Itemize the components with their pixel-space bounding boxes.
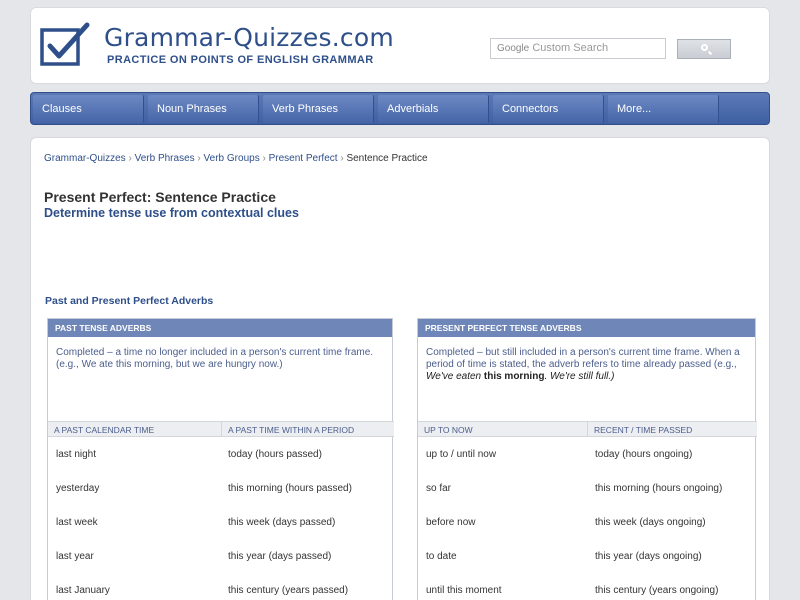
search-input[interactable]: Google Custom Search [490, 38, 666, 59]
search-placeholder: Custom Search [532, 42, 609, 54]
nav-item-clauses[interactable]: Clauses [33, 95, 144, 123]
breadcrumb-separator: › [197, 153, 201, 164]
breadcrumb-separator: › [262, 153, 266, 164]
table-cell: this morning (hours ongoing) [595, 483, 723, 494]
breadcrumb-link[interactable]: Verb Phrases [135, 153, 195, 164]
breadcrumb-separator: › [128, 153, 132, 164]
page-subtitle: Determine tense use from contextual clue… [44, 206, 299, 220]
table-cell: up to / until now [426, 449, 497, 460]
present-perfect-panel: PRESENT PERFECT TENSE ADVERBS Completed … [417, 318, 757, 600]
table-cell: this week (days ongoing) [595, 517, 706, 528]
column-header: RECENT / TIME PASSED [587, 421, 757, 437]
checkbox-logo-icon[interactable] [40, 22, 92, 68]
site-title[interactable]: Grammar-Quizzes.com [104, 23, 394, 52]
example-emphasis: this morning [483, 371, 545, 382]
search-button[interactable] [677, 39, 731, 59]
table-cell: so far [426, 483, 452, 494]
example-text: We've eaten [426, 371, 482, 382]
nav-item-more[interactable]: More... [608, 95, 719, 123]
nav-item-noun-phrases[interactable]: Noun Phrases [148, 95, 259, 123]
table-cell: this week (days passed) [228, 517, 336, 528]
table-cell: this century (years passed) [228, 585, 349, 596]
column-header: A PAST TIME WITHIN A PERIOD [221, 421, 394, 437]
column-header: UP TO NOW [418, 421, 588, 437]
nav-item-adverbials[interactable]: Adverbials [378, 95, 489, 123]
table-cell: this morning (hours passed) [228, 483, 352, 494]
breadcrumb-link[interactable]: Grammar-Quizzes [44, 153, 126, 164]
table-cell: today (hours ongoing) [595, 449, 693, 460]
table-cell: last week [56, 517, 98, 528]
nav-item-verb-phrases[interactable]: Verb Phrases [263, 95, 374, 123]
table-cell: until this moment [426, 585, 502, 596]
table-cell: last January [56, 585, 110, 596]
table-cell: yesterday [56, 483, 100, 494]
column-header: A PAST CALENDAR TIME [48, 421, 221, 437]
breadcrumb-link[interactable]: Verb Groups [204, 153, 260, 164]
table-cell: this century (years ongoing) [595, 585, 719, 596]
breadcrumb: Grammar-Quizzes › Verb Phrases › Verb Gr… [44, 153, 428, 164]
main-content: Grammar-Quizzes › Verb Phrases › Verb Gr… [30, 137, 770, 600]
table-cell: before now [426, 517, 476, 528]
nav-item-connectors[interactable]: Connectors [493, 95, 604, 123]
search-icon [701, 44, 708, 51]
table-cell: to date [426, 551, 457, 562]
breadcrumb-separator: › [340, 153, 344, 164]
panel-header: PAST TENSE ADVERBS [48, 319, 392, 337]
table-cell: last year [56, 551, 94, 562]
example-text: . We're still full.) [544, 371, 615, 382]
breadcrumb-link[interactable]: Present Perfect [269, 153, 338, 164]
past-tense-panel: PAST TENSE ADVERBS Completed – a time no… [47, 318, 394, 600]
breadcrumb-current: Sentence Practice [346, 153, 428, 164]
section-heading: Past and Present Perfect Adverbs [45, 295, 214, 307]
main-nav: Clauses Noun Phrases Verb Phrases Adverb… [30, 92, 770, 125]
description-text: Completed – but still included in a pers… [426, 347, 740, 370]
table-cell: this year (days passed) [228, 551, 332, 562]
site-header: Grammar-Quizzes.com PRACTICE ON POINTS O… [30, 7, 770, 84]
table-cell: this year (days ongoing) [595, 551, 702, 562]
google-brand-label: Google [497, 43, 530, 54]
page-title: Present Perfect: Sentence Practice [44, 189, 276, 205]
table-cell: today (hours passed) [228, 449, 322, 460]
panel-header: PRESENT PERFECT TENSE ADVERBS [418, 319, 755, 337]
site-tagline: PRACTICE ON POINTS OF ENGLISH GRAMMAR [107, 54, 374, 66]
table-cell: last night [56, 449, 97, 460]
